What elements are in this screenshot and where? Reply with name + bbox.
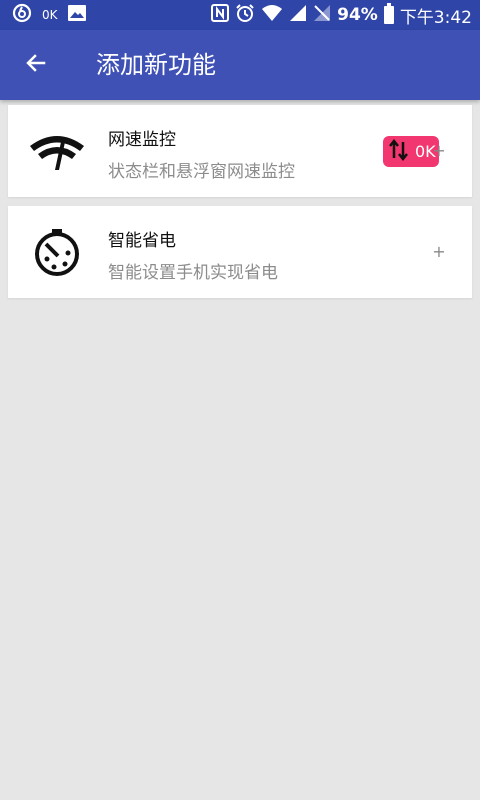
image-icon: [67, 5, 86, 25]
network-speed-text: 0K: [42, 8, 58, 22]
battery-icon: [383, 3, 394, 24]
no-sim-icon: [313, 4, 331, 26]
status-bar-left: 0K: [12, 0, 86, 30]
feature-subtitle: 状态栏和悬浮窗网速监控: [108, 162, 295, 182]
wifi-icon: [261, 4, 283, 26]
feature-title: 智能省电: [108, 231, 176, 251]
wifi-speed-icon: [28, 123, 86, 181]
alarm-icon: [235, 3, 255, 27]
feature-title: 网速监控: [108, 130, 176, 150]
signal-icon: [289, 4, 307, 26]
netease-icon: [12, 3, 32, 27]
back-button[interactable]: [18, 47, 54, 83]
feature-card-network-speed[interactable]: 网速监控 状态栏和悬浮窗网速监控 0K +: [8, 105, 472, 197]
up-down-arrows-icon: [389, 138, 409, 166]
feature-subtitle: 智能设置手机实现省电: [108, 263, 278, 283]
arrow-left-icon: [24, 51, 48, 79]
battery-percent: 94%: [337, 5, 378, 25]
clock: 下午3:42: [399, 7, 472, 28]
add-button[interactable]: +: [430, 240, 448, 264]
nfc-icon: [211, 4, 230, 26]
page-title: 添加新功能: [96, 51, 216, 79]
status-bar-right: 94% 下午3:42: [211, 0, 472, 30]
app-toolbar: 添加新功能: [0, 30, 480, 100]
status-bar: 0K 94% 下午3:42: [0, 0, 480, 30]
feature-card-power-saving[interactable]: 智能省电 智能设置手机实现省电 +: [8, 206, 472, 298]
power-timer-icon: [28, 224, 86, 282]
add-button[interactable]: +: [430, 139, 448, 163]
